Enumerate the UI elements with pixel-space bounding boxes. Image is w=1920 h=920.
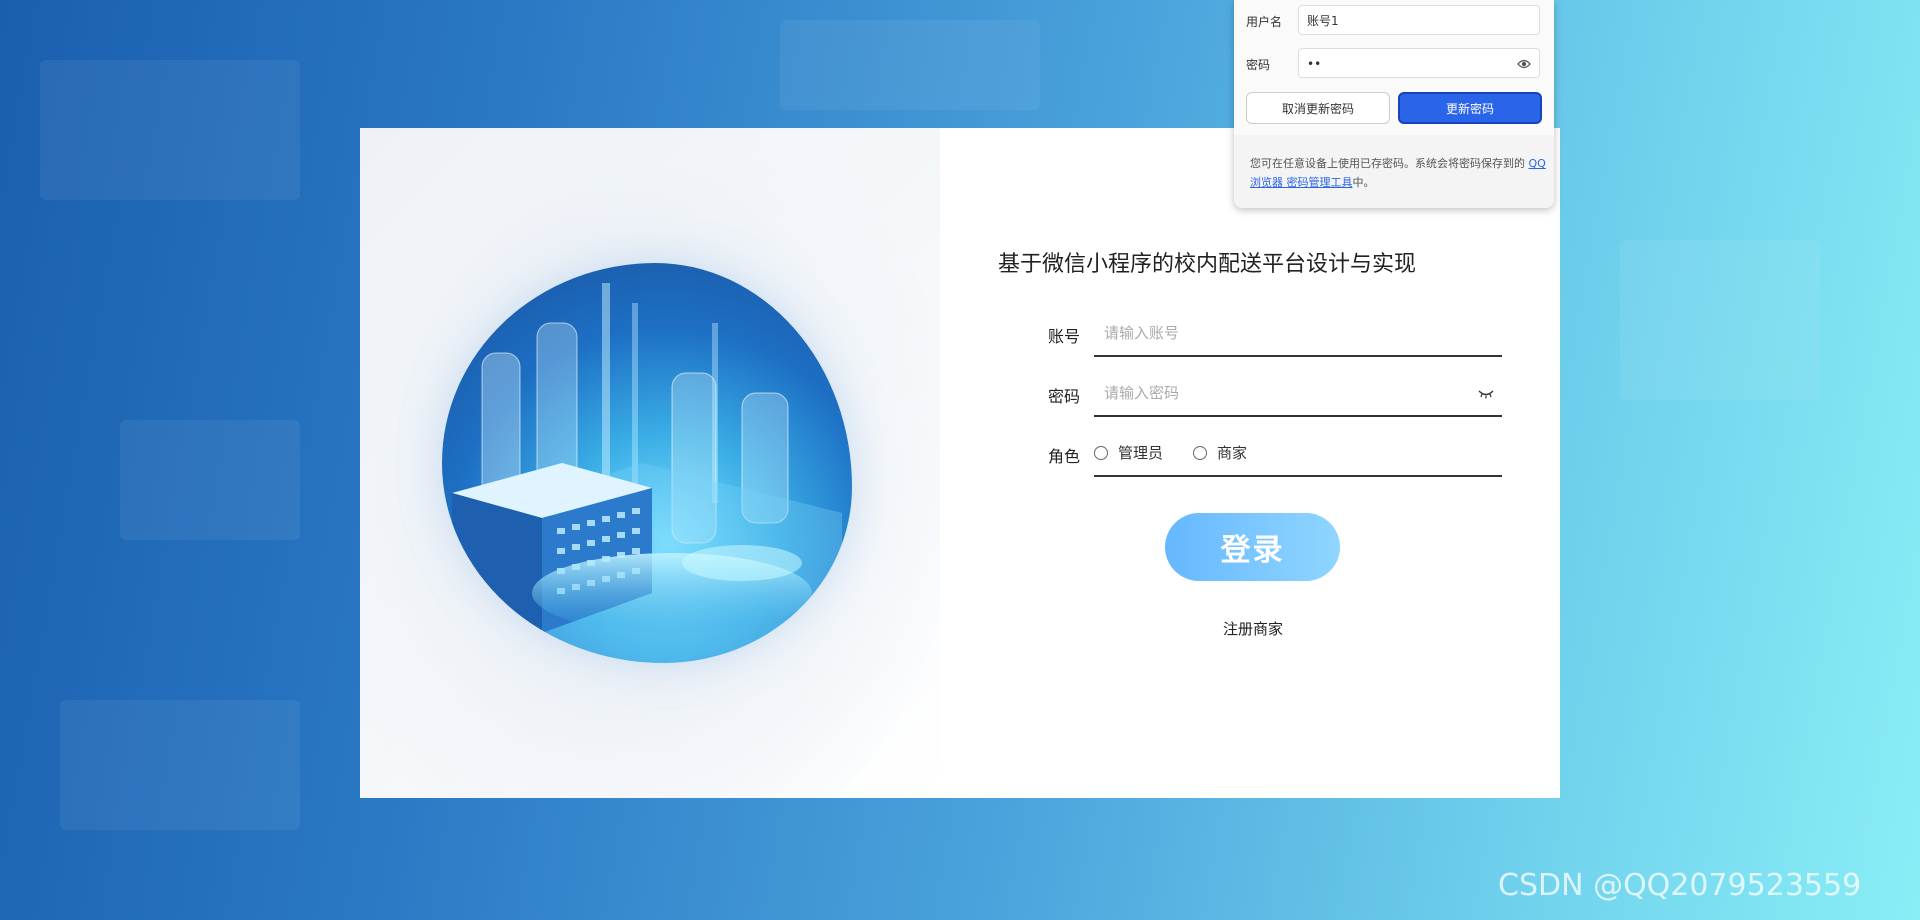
popup-note: 您可在任意设备上使用已存密码。系统会将密码保存到的 QQ浏览器 密码管理工具中。 <box>1250 154 1546 192</box>
role-field-wrapper: 管理员 商家 <box>1094 433 1502 477</box>
account-field-wrapper <box>1094 313 1502 357</box>
page-title: 基于微信小程序的校内配送平台设计与实现 <box>998 252 1417 277</box>
login-button[interactable]: 登录 <box>1165 513 1340 581</box>
radio-circle-icon[interactable] <box>1193 445 1208 460</box>
update-password-button[interactable]: 更新密码 <box>1398 92 1542 124</box>
register-merchant-link[interactable]: 注册商家 <box>1220 618 1286 639</box>
role-radio-group: 管理员 商家 <box>1094 442 1247 463</box>
role-option-merchant[interactable]: 商家 <box>1193 442 1247 463</box>
eye-closed-icon[interactable] <box>1478 389 1494 399</box>
popup-password-label: 密码 <box>1246 58 1271 72</box>
background-block <box>60 700 300 830</box>
password-row: 密码 <box>1048 373 1560 417</box>
background-block <box>1620 240 1820 400</box>
popup-note-text: 您可在任意设备上使用已存密码。系统会将密码保存到的 <box>1250 157 1529 170</box>
login-card: 基于微信小程序的校内配送平台设计与实现 账号 密码 角色 管理员 <box>360 128 1560 798</box>
background-block <box>120 420 300 540</box>
role-option-label: 商家 <box>1217 444 1248 462</box>
password-field-wrapper <box>1094 373 1502 417</box>
background-block <box>780 20 1040 110</box>
radio-circle-icon[interactable] <box>1094 445 1108 460</box>
cancel-update-password-button[interactable]: 取消更新密码 <box>1246 92 1390 124</box>
password-label: 密码 <box>1048 387 1081 406</box>
role-label: 角色 <box>1048 447 1081 466</box>
role-option-label: 管理员 <box>1118 444 1164 462</box>
eye-icon[interactable] <box>1517 58 1531 70</box>
illustration-panel <box>360 128 940 798</box>
password-update-popup: 用户名 账号1 密码 •• 取消更新密码 更新密码 您可在任意设备上使用已存密码… <box>1234 0 1554 208</box>
popup-username-label: 用户名 <box>1246 15 1283 29</box>
background-block <box>40 60 300 200</box>
csdn-watermark: CSDN @QQ2079523559 <box>1498 868 1862 903</box>
popup-username-field[interactable]: 账号1 <box>1298 5 1540 35</box>
role-row: 角色 管理员 商家 <box>1048 433 1560 477</box>
account-input[interactable] <box>1094 313 1484 353</box>
account-label: 账号 <box>1048 327 1081 346</box>
role-option-admin[interactable]: 管理员 <box>1094 442 1163 463</box>
popup-username-row: 用户名 账号1 <box>1246 5 1542 35</box>
popup-note-suffix: 中。 <box>1352 176 1375 189</box>
popup-password-field[interactable]: •• <box>1298 48 1540 78</box>
popup-password-row: 密码 •• <box>1246 48 1542 78</box>
password-input[interactable] <box>1094 373 1484 413</box>
popup-password-value: •• <box>1307 57 1322 71</box>
account-row: 账号 <box>1048 313 1560 357</box>
